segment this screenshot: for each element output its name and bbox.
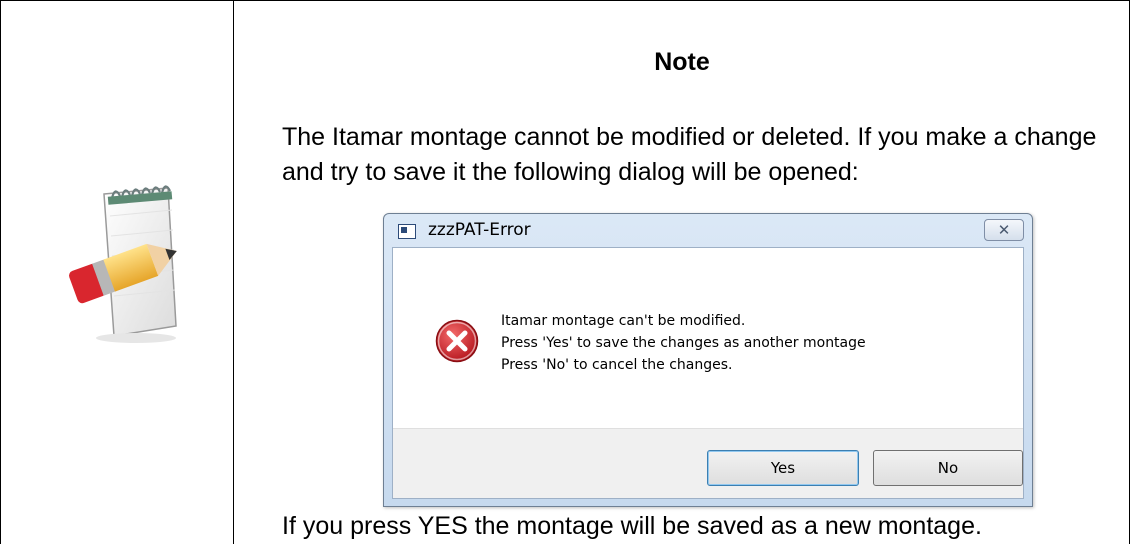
- notepad-pencil-icon: [69, 185, 177, 343]
- note-body-text: The Itamar montage cannot be modified or…: [282, 123, 1097, 186]
- dialog-message-line: Press 'No' to cancel the changes.: [501, 357, 733, 373]
- note-title: Note: [654, 48, 710, 76]
- dialog-message: Itamar montage can't be modified. Press …: [501, 310, 1011, 376]
- dialog-titlebar[interactable]: zzzPAT-Error ✕: [384, 214, 1032, 248]
- column-divider: [233, 0, 234, 544]
- app-window-icon: [398, 224, 416, 239]
- dialog-content: Itamar montage can't be modified. Press …: [392, 247, 1024, 499]
- close-button[interactable]: ✕: [984, 219, 1024, 241]
- dialog-button-bar: Yes No: [393, 428, 1023, 498]
- dialog-message-line: Press 'Yes' to save the changes as anoth…: [501, 335, 866, 351]
- error-icon: [435, 319, 479, 363]
- no-button[interactable]: No: [873, 450, 1023, 486]
- yes-button[interactable]: Yes: [707, 450, 859, 486]
- error-dialog: zzzPAT-Error ✕ Itamar montage can't be m…: [383, 213, 1033, 507]
- dialog-title: zzzPAT-Error: [428, 220, 531, 240]
- close-icon: ✕: [997, 221, 1011, 239]
- note-footer-text: If you press YES the montage will be sav…: [282, 512, 982, 540]
- dialog-message-line: Itamar montage can't be modified.: [501, 313, 746, 329]
